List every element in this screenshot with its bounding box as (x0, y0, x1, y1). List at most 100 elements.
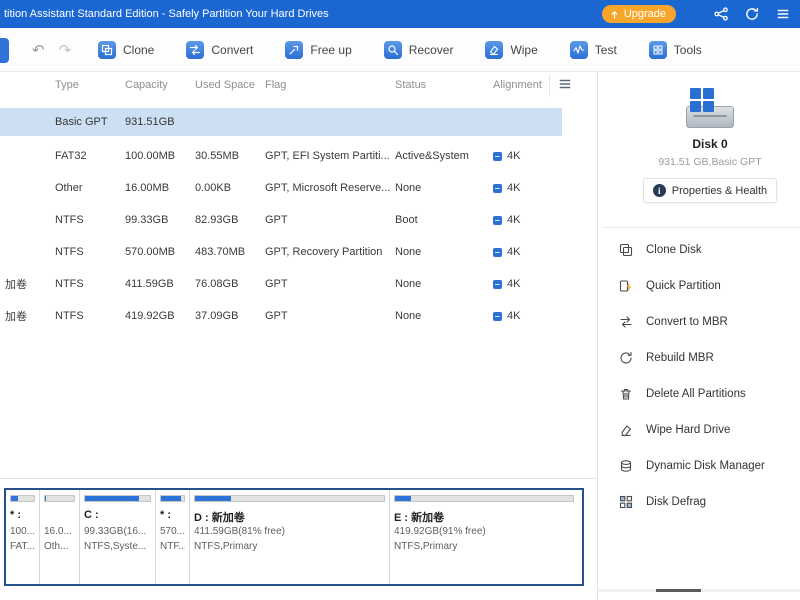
rebuild-mbr-icon (620, 351, 632, 364)
sync-icon[interactable] (745, 7, 759, 21)
partition-rows: FAT32 100.00MB 30.55MB GPT, EFI System P… (0, 140, 597, 332)
properties-label: Properties & Health (671, 184, 768, 197)
action-clone-disk[interactable]: Clone Disk (598, 232, 800, 268)
column-capacity: Capacity (125, 79, 168, 91)
disk-card[interactable]: Disk 0 931.51 GB,Basic GPT Properties & … (630, 88, 790, 203)
alignment-icon (493, 215, 502, 225)
delete-all-partitions-icon (620, 388, 632, 400)
partition-table: Type Capacity Used Space Flag Status Ali… (0, 72, 597, 478)
tools-label: Tools (673, 43, 702, 57)
test-label: Test (594, 43, 617, 57)
free-up-icon (285, 41, 304, 59)
convert-to-mbr-icon (620, 316, 632, 328)
tools-button[interactable]: Tools (648, 41, 702, 59)
table-row[interactable]: NTFS 99.33GB 82.93GB GPT Boot 4K (0, 204, 597, 236)
clone-disk-icon (619, 243, 633, 257)
alignment-icon (493, 183, 502, 193)
dynamic-disk-manager-icon (620, 460, 632, 472)
upgrade-arrow-icon (611, 10, 618, 19)
action-quick-partition[interactable]: Quick Partition (598, 268, 800, 304)
undo-icon[interactable]: ↶ (32, 41, 45, 59)
table-row[interactable]: NTFS 570.00MB 483.70MB GPT, Recovery Par… (0, 236, 597, 268)
sidebar-scrollbar-thumb[interactable] (656, 589, 701, 592)
disk-summary-row[interactable]: Basic GPT 931.51GB (0, 108, 562, 136)
action-delete-all-partitions[interactable]: Delete All Partitions (598, 376, 800, 412)
alignment-icon (493, 279, 502, 289)
action-disk-defrag[interactable]: Disk Defrag (598, 484, 800, 520)
disk-map-selected: * : 100... FAT... 16.0... Oth... C : 99.… (4, 488, 584, 586)
redo-icon[interactable]: ↷ (59, 41, 72, 59)
sidebar-separator (602, 227, 800, 228)
table-row[interactable]: Other 16.00MB 0.00KB GPT, Microsoft Rese… (0, 172, 597, 204)
column-used-space: Used Space (195, 79, 255, 91)
usage-bar (44, 495, 75, 502)
titlebar: tition Assistant Standard Edition - Safe… (0, 0, 800, 28)
usage-bar (84, 495, 151, 502)
column-status: Status (395, 79, 427, 91)
convert-button[interactable]: Convert (186, 41, 253, 59)
cut-off-toolbar-button[interactable] (0, 38, 9, 63)
properties-health-button[interactable]: Properties & Health (642, 178, 778, 203)
sidebar-scrollbar-track (598, 589, 800, 592)
sidebar: Disk 0 931.51 GB,Basic GPT Properties & … (598, 72, 800, 600)
titlebar-icons (714, 0, 790, 28)
disk-name: Disk 0 (692, 137, 728, 151)
wipe-label: Wipe (510, 43, 538, 57)
test-button[interactable]: Test (569, 41, 617, 59)
toolbar: ↶ ↷ Clone Convert Free up Recover Wipe T… (0, 28, 800, 72)
menu-icon[interactable] (776, 7, 790, 21)
usage-bar (160, 495, 185, 502)
disk-actions: Clone Disk Quick Partition Convert to MB… (598, 232, 800, 520)
convert-label: Convert (211, 43, 254, 57)
clone-label: Clone (123, 43, 155, 57)
table-row[interactable]: 加卷 NTFS 411.59GB 76.08GB GPT None 4K (0, 268, 597, 300)
wipe-icon (485, 41, 504, 59)
usage-bar (194, 495, 385, 502)
action-wipe-hard-drive[interactable]: Wipe Hard Drive (598, 412, 800, 448)
free-up-button[interactable]: Free up (285, 41, 352, 59)
table-row[interactable]: 加卷 NTFS 419.92GB 37.09GB GPT None 4K (0, 300, 597, 332)
alignment-icon (493, 151, 502, 161)
column-chooser-icon[interactable] (549, 73, 580, 97)
disk-info: 931.51 GB,Basic GPT (658, 156, 762, 168)
upgrade-button[interactable]: Upgrade (601, 5, 676, 23)
column-type: Type (55, 79, 79, 91)
tools-icon (648, 41, 667, 59)
disk-defrag-icon (619, 495, 633, 509)
alignment-icon (493, 247, 502, 257)
table-header: Type Capacity Used Space Flag Status Ali… (0, 72, 597, 98)
recover-icon (383, 41, 402, 59)
partition-block[interactable]: C : 99.33GB(16... NTFS,Syste... (80, 490, 156, 584)
action-dynamic-disk-manager[interactable]: Dynamic Disk Manager (598, 448, 800, 484)
table-row[interactable]: FAT32 100.00MB 30.55MB GPT, EFI System P… (0, 140, 597, 172)
column-flag: Flag (265, 79, 287, 91)
action-rebuild-mbr[interactable]: Rebuild MBR (598, 340, 800, 376)
alignment-icon (493, 311, 502, 321)
partition-block[interactable]: 16.0... Oth... (40, 490, 80, 584)
recover-label: Recover (408, 43, 454, 57)
undo-redo-group: ↶ ↷ (32, 28, 71, 72)
partition-block[interactable]: * : 100... FAT... (6, 490, 40, 584)
share-nodes-icon[interactable] (714, 7, 728, 21)
partition-block[interactable]: E : 新加卷 419.92GB(91% free) NTFS,Primary (390, 490, 578, 584)
convert-icon (186, 41, 205, 59)
recover-button[interactable]: Recover (383, 41, 454, 59)
info-icon (652, 184, 666, 197)
clone-icon (98, 41, 116, 59)
quick-partition-icon (619, 280, 632, 292)
toolbar-buttons: Clone Convert Free up Recover Wipe Test … (98, 28, 702, 72)
free-up-label: Free up (310, 43, 352, 57)
action-convert-to-mbr[interactable]: Convert to MBR (598, 304, 800, 340)
window-title: tition Assistant Standard Edition - Safe… (4, 8, 329, 20)
disk-type: Basic GPT (55, 116, 108, 128)
wipe-button[interactable]: Wipe (485, 41, 538, 59)
partition-block[interactable]: D : 新加卷 411.59GB(81% free) NTFS,Primary (190, 490, 390, 584)
partition-block[interactable]: * : 570... NTF... (156, 490, 190, 584)
wipe-hard-drive-icon (621, 425, 632, 437)
clone-button[interactable]: Clone (98, 41, 154, 59)
column-alignment: Alignment (493, 79, 542, 91)
upgrade-label: Upgrade (623, 8, 666, 20)
usage-bar (10, 495, 35, 502)
test-icon (569, 41, 588, 59)
app-logo-icon (690, 88, 714, 112)
